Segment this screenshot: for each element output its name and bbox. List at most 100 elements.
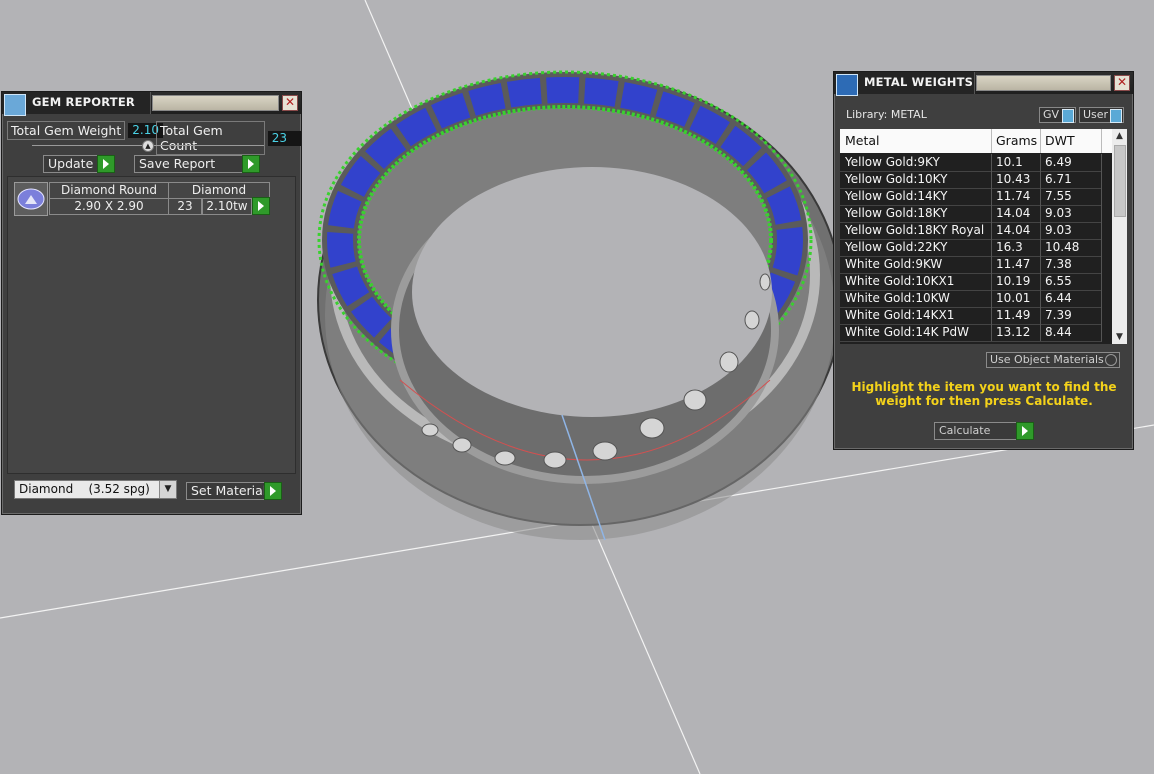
table-row[interactable]: Yellow Gold:9KY 10.1 6.49 xyxy=(840,154,1112,172)
update-button[interactable]: Update xyxy=(43,155,115,173)
toggle-knob-icon xyxy=(1110,109,1122,123)
table-cell: 10.19 xyxy=(991,273,1041,291)
gv-toggle-label: GV xyxy=(1043,108,1060,121)
table-row[interactable]: Yellow Gold:10KY 10.43 6.71 xyxy=(840,171,1112,189)
radio-icon xyxy=(1105,354,1117,366)
table-row[interactable]: Yellow Gold:22KY 16.3 10.48 xyxy=(840,239,1112,257)
table-cell: 9.03 xyxy=(1040,205,1102,223)
instruction-text: Highlight the item you want to find the … xyxy=(851,380,1117,408)
gem-shape: Diamond Round xyxy=(49,182,169,199)
table-row[interactable]: Yellow Gold:18KY Royal 14.04 9.03 xyxy=(840,222,1112,240)
material-select-value: Diamond (3.52 spg) xyxy=(19,482,150,496)
chevron-down-icon[interactable]: ▼ xyxy=(159,481,176,498)
scale-icon xyxy=(836,74,858,96)
table-header: Metal Grams DWT xyxy=(840,129,1112,153)
toggle-knob-icon xyxy=(1062,109,1074,123)
table-cell: 6.49 xyxy=(1040,154,1102,172)
play-arrow-icon xyxy=(264,482,282,500)
close-icon[interactable]: ✕ xyxy=(282,95,298,111)
user-toggle[interactable]: User xyxy=(1079,107,1124,123)
table-cell: White Gold:14KX1 xyxy=(840,307,992,325)
diamond-round-icon xyxy=(14,182,48,216)
total-gem-count-label: Total Gem Count xyxy=(156,121,265,155)
play-arrow-icon xyxy=(252,197,270,215)
table-cell: Yellow Gold:22KY xyxy=(840,239,992,257)
gv-toggle[interactable]: GV xyxy=(1039,107,1076,123)
collapse-handle[interactable]: ▲ xyxy=(32,140,264,152)
calculate-button-label: Calculate xyxy=(939,424,991,437)
table-row[interactable]: White Gold:14K PdW 13.12 8.44 xyxy=(840,324,1112,342)
table-cell: 10.43 xyxy=(991,171,1041,189)
gem-list[interactable]: Diamond Round Diamond 2.90 X 2.90 23 2.1… xyxy=(7,176,296,474)
table-row[interactable]: White Gold:9KW 11.47 7.38 xyxy=(840,256,1112,274)
play-arrow-icon xyxy=(97,155,115,173)
chevron-up-icon[interactable]: ▲ xyxy=(142,140,154,152)
table-cell: Yellow Gold:18KY Royal xyxy=(840,222,992,240)
play-arrow-icon xyxy=(1016,422,1034,440)
total-gem-count-value: 23 xyxy=(267,130,301,146)
gem-reporter-panel: GEM REPORTER ✕ Total Gem Weight 2.10 Tot… xyxy=(1,91,302,515)
save-report-button-label: Save Report xyxy=(139,156,216,171)
table-cell: 11.74 xyxy=(991,188,1041,206)
table-cell: 10.48 xyxy=(1040,239,1102,257)
column-header-dwt[interactable]: DWT xyxy=(1040,129,1102,153)
gem-count: 23 xyxy=(168,198,202,215)
table-cell: 10.1 xyxy=(991,154,1041,172)
gem-reporter-app-icon xyxy=(4,94,26,116)
table-cell: 7.55 xyxy=(1040,188,1102,206)
metal-weights-panel: METAL WEIGHTS ✕ Library: METAL GV User M… xyxy=(833,71,1134,450)
table-cell: 14.04 xyxy=(991,205,1041,223)
total-gem-weight-label: Total Gem Weight xyxy=(7,121,126,140)
close-icon[interactable]: ✕ xyxy=(1114,75,1130,91)
table-cell: 16.3 xyxy=(991,239,1041,257)
column-header-metal[interactable]: Metal xyxy=(840,129,992,153)
table-cell: 10.01 xyxy=(991,290,1041,308)
table-cell: Yellow Gold:18KY xyxy=(840,205,992,223)
table-row[interactable]: White Gold:14KX1 11.49 7.39 xyxy=(840,307,1112,325)
table-cell: 14.04 xyxy=(991,222,1041,240)
set-material-button[interactable]: Set Material xyxy=(186,482,282,500)
chevron-down-icon[interactable]: ▼ xyxy=(1112,330,1127,344)
table-cell: 9.03 xyxy=(1040,222,1102,240)
table-cell: White Gold:10KX1 xyxy=(840,273,992,291)
column-header-grams[interactable]: Grams xyxy=(991,129,1041,153)
table-row[interactable]: Yellow Gold:14KY 11.74 7.55 xyxy=(840,188,1112,206)
table-cell: 7.38 xyxy=(1040,256,1102,274)
update-button-label: Update xyxy=(48,156,94,171)
table-cell: 7.39 xyxy=(1040,307,1102,325)
table-cell: White Gold:14K PdW xyxy=(840,324,992,342)
library-label: Library: METAL xyxy=(846,108,927,121)
table-row[interactable]: White Gold:10KW 10.01 6.44 xyxy=(840,290,1112,308)
table-cell: Yellow Gold:14KY xyxy=(840,188,992,206)
gem-size: 2.90 X 2.90 xyxy=(49,198,169,215)
table-cell: Yellow Gold:9KY xyxy=(840,154,992,172)
table-cell: 6.44 xyxy=(1040,290,1102,308)
use-object-materials-toggle[interactable]: Use Object Materials xyxy=(986,352,1120,368)
table-row[interactable]: White Gold:10KX1 10.19 6.55 xyxy=(840,273,1112,291)
total-gem-weight: Total Gem Weight 2.10 xyxy=(7,121,163,140)
table-cell: Yellow Gold:10KY xyxy=(840,171,992,189)
table-cell: 11.47 xyxy=(991,256,1041,274)
table-cell: 6.71 xyxy=(1040,171,1102,189)
metal-table[interactable]: Metal Grams DWT Yellow Gold:9KY 10.1 6.49 Y… xyxy=(840,129,1127,344)
use-object-materials-label: Use Object Materials xyxy=(990,353,1104,366)
table-cell: 6.55 xyxy=(1040,273,1102,291)
user-toggle-label: User xyxy=(1083,108,1109,121)
panel-title: METAL WEIGHTS xyxy=(864,75,974,89)
chevron-up-icon[interactable]: ▲ xyxy=(1112,129,1127,143)
save-report-button[interactable]: Save Report xyxy=(134,155,260,173)
set-material-button-label: Set Material xyxy=(191,483,267,498)
material-select[interactable]: Diamond (3.52 spg) ▼ xyxy=(14,480,177,499)
scrollbar-thumb[interactable] xyxy=(1114,145,1126,217)
calculate-button[interactable]: Calculate xyxy=(934,422,1034,440)
table-cell: 13.12 xyxy=(991,324,1041,342)
play-arrow-icon xyxy=(242,155,260,173)
ring-model xyxy=(317,70,843,541)
vertical-scrollbar[interactable]: ▲ ▼ xyxy=(1112,129,1127,344)
table-row[interactable]: Yellow Gold:18KY 14.04 9.03 xyxy=(840,205,1112,223)
metal-weights-titlebar[interactable]: METAL WEIGHTS ✕ xyxy=(834,72,1133,96)
table-cell: 8.44 xyxy=(1040,324,1102,342)
panel-title: GEM REPORTER xyxy=(32,95,135,109)
table-cell: White Gold:9KW xyxy=(840,256,992,274)
gem-reporter-titlebar[interactable]: GEM REPORTER ✕ xyxy=(2,92,301,116)
